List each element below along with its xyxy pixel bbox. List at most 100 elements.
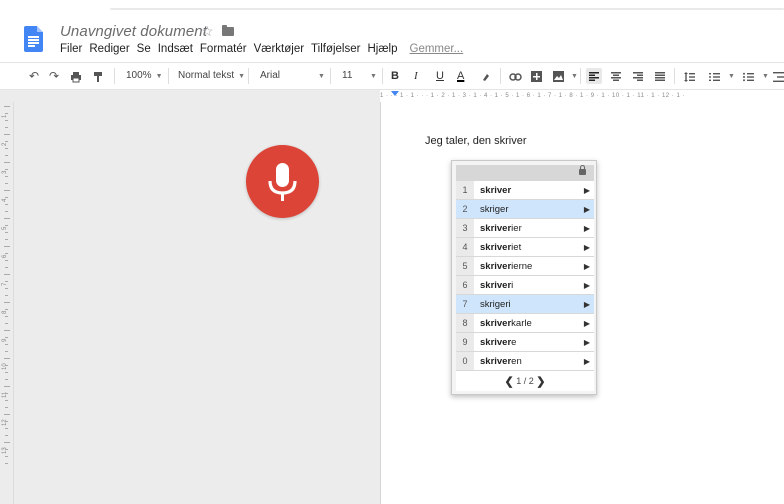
font-size-value: 11 [342, 70, 353, 81]
suggestion-row[interactable]: 6 skriveri ▶ [456, 276, 594, 295]
chevron-right-icon[interactable]: ❯ [536, 376, 545, 388]
comment-icon[interactable] [528, 63, 544, 89]
suggestion-word-match: skriver [480, 355, 512, 367]
expand-arrow-icon[interactable]: ▶ [580, 281, 594, 290]
expand-arrow-icon[interactable]: ▶ [580, 338, 594, 347]
font-chevron-icon[interactable]: ▼ [314, 63, 325, 89]
suggestion-row[interactable]: 0 skriveren ▶ [456, 352, 594, 371]
vertical-ruler-tick [5, 281, 8, 282]
vertical-ruler-tick [5, 393, 8, 394]
vertical-ruler-tick [5, 463, 8, 464]
indent-icon[interactable] [772, 63, 784, 89]
line-spacing-icon[interactable] [681, 63, 697, 89]
menu-tools[interactable]: Værktøjer [254, 43, 304, 55]
suggestion-word-rest: skriger [480, 203, 509, 215]
suggestion-pager: ❮ 1 / 2 ❯ [456, 371, 594, 391]
vertical-ruler-number: 6 [2, 254, 8, 258]
redo-icon[interactable]: ↷ [46, 63, 62, 89]
suggestion-row[interactable]: 3 skriverier ▶ [456, 219, 594, 238]
bulleted-list-icon[interactable] [740, 63, 756, 89]
numbered-list-chevron-icon[interactable]: ▼ [724, 63, 735, 89]
suggestion-word-rest: iet [511, 241, 522, 253]
print-icon[interactable] [68, 63, 84, 89]
italic-button[interactable]: I [414, 63, 418, 89]
suggestion-row[interactable]: 5 skriverierne ▶ [456, 257, 594, 276]
expand-arrow-icon[interactable]: ▶ [580, 186, 594, 195]
expand-arrow-icon[interactable]: ▶ [580, 262, 594, 271]
menu-insert[interactable]: Indsæt [158, 43, 193, 55]
horizontal-ruler[interactable]: 1 · · · 1 · 1 · · · 1 · 2 · 1 · 3 · 1 · … [380, 90, 784, 102]
suggestion-row[interactable]: 2 skriger ▶ [456, 200, 594, 219]
menu-edit[interactable]: Rediger [89, 43, 129, 55]
suggestion-number: 2 [456, 200, 474, 218]
menu-view[interactable]: Se [137, 43, 151, 55]
suggestion-row[interactable]: 9 skrivere ▶ [456, 333, 594, 352]
text-color-button[interactable]: A [457, 63, 464, 89]
menu-format[interactable]: Formatér [200, 43, 247, 55]
font-size-select[interactable]: 11 [342, 63, 352, 89]
suggestion-number: 9 [456, 333, 474, 351]
image-chevron-icon[interactable]: ▼ [567, 63, 578, 89]
link-icon[interactable] [507, 63, 523, 89]
lock-icon[interactable] [579, 165, 586, 175]
save-status-link[interactable]: Gemmer... [410, 43, 464, 55]
chevron-down-icon: ▼ [238, 73, 246, 80]
suggestion-row[interactable]: 7 skrigeri ▶ [456, 295, 594, 314]
vertical-ruler-tick [5, 169, 8, 170]
highlight-icon[interactable] [479, 63, 493, 89]
suggestion-row[interactable]: 1 skriver ▶ [456, 181, 594, 200]
menu-file[interactable]: Filer [60, 43, 82, 55]
chevron-left-icon[interactable]: ❮ [505, 376, 514, 388]
expand-arrow-icon[interactable]: ▶ [580, 205, 594, 214]
bold-button[interactable]: B [391, 63, 399, 89]
suggestion-word-rest: e [511, 336, 517, 348]
font-value: Arial [260, 70, 281, 81]
expand-arrow-icon[interactable]: ▶ [580, 224, 594, 233]
style-select[interactable]: Normal tekst ▼ [178, 63, 245, 89]
vertical-ruler-tick [5, 148, 8, 149]
font-select[interactable]: Arial [260, 63, 280, 89]
folder-icon[interactable] [222, 25, 234, 36]
align-justify-icon[interactable] [652, 63, 668, 89]
star-icon[interactable]: ☆ [201, 23, 214, 40]
align-right-icon[interactable] [630, 63, 646, 89]
suggestion-word: skriveriet [474, 242, 580, 253]
document-text[interactable]: Jeg taler, den skriver [425, 135, 527, 147]
zoom-select[interactable]: 100% ▼ [126, 63, 163, 89]
menu-help[interactable]: Hjælp [367, 43, 397, 55]
suggestion-number: 1 [456, 181, 474, 199]
align-center-icon[interactable] [608, 63, 624, 89]
image-icon[interactable] [550, 63, 566, 89]
align-left-icon[interactable] [586, 68, 602, 84]
expand-arrow-icon[interactable]: ▶ [580, 357, 594, 366]
vertical-ruler-tick [5, 225, 8, 226]
indent-marker-icon[interactable] [391, 91, 399, 96]
docs-logo-icon[interactable] [24, 26, 43, 52]
separator [500, 68, 501, 84]
font-size-chevron-icon[interactable]: ▼ [366, 63, 377, 89]
expand-arrow-icon[interactable]: ▶ [580, 319, 594, 328]
menu-addons[interactable]: Tilføjelser [311, 43, 360, 55]
undo-icon[interactable]: ↶ [26, 63, 42, 89]
expand-arrow-icon[interactable]: ▶ [580, 243, 594, 252]
vertical-ruler-number: 3 [2, 170, 8, 174]
expand-arrow-icon[interactable]: ▶ [580, 300, 594, 309]
vertical-ruler-tick [5, 407, 8, 408]
top-line [110, 8, 784, 10]
suggestion-number: 4 [456, 238, 474, 256]
suggestion-word-rest: i [511, 279, 514, 291]
numbered-list-icon[interactable] [706, 63, 722, 89]
suggestion-row[interactable]: 4 skriveriet ▶ [456, 238, 594, 257]
suggestion-row[interactable]: 8 skriverkarle ▶ [456, 314, 594, 333]
paint-format-icon[interactable] [90, 63, 106, 89]
document-title[interactable]: Unavngivet dokument [60, 23, 207, 40]
chevron-down-icon: ▼ [155, 73, 163, 80]
vertical-ruler-tick [5, 288, 8, 289]
vertical-ruler-number: 1 [2, 114, 8, 118]
google-docs-window: Unavngivet dokument ☆ Filer Rediger Se I… [0, 0, 784, 504]
bulleted-list-chevron-icon[interactable]: ▼ [758, 63, 769, 89]
voice-typing-mic-button[interactable] [246, 145, 319, 218]
vertical-ruler-tick [5, 239, 8, 240]
vertical-ruler-tick [5, 141, 8, 142]
underline-button[interactable]: U [436, 63, 444, 89]
